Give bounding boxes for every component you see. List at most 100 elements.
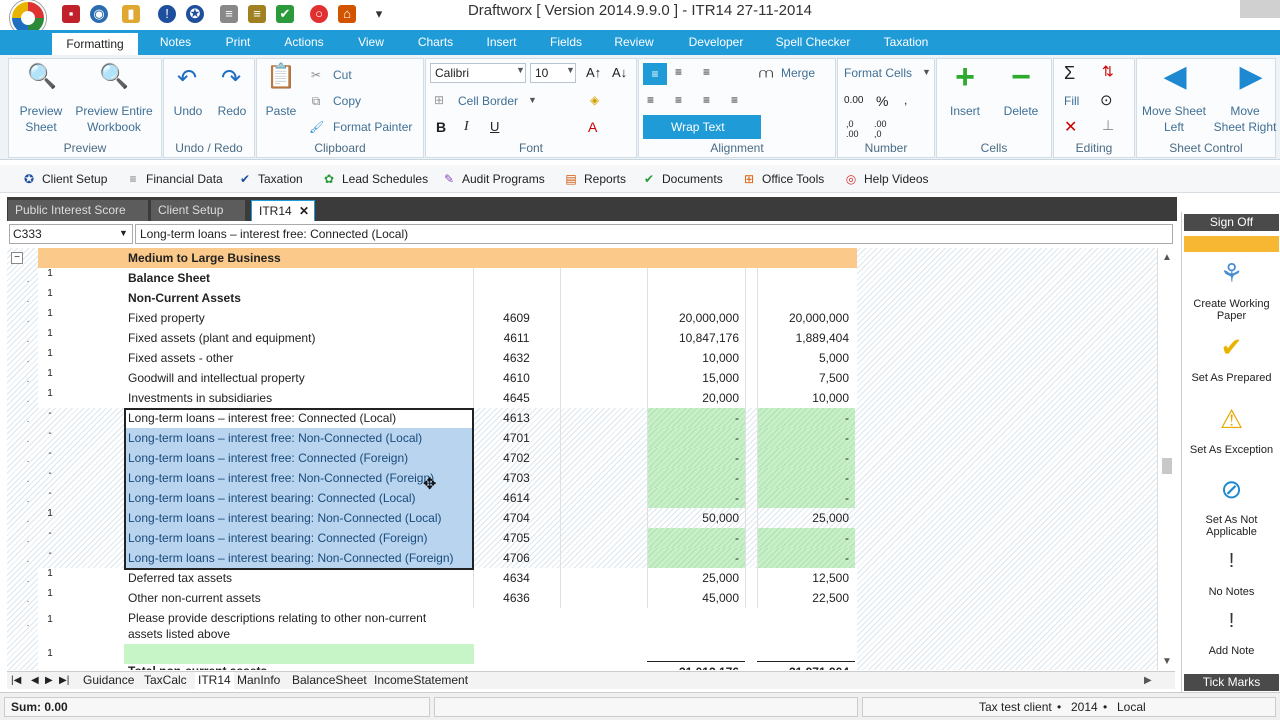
move-sheet-left-button[interactable]: Move Sheet Left <box>1139 103 1209 135</box>
tab-formatting[interactable]: Formatting <box>52 33 138 55</box>
percent-button[interactable]: % <box>876 93 888 109</box>
bold-button[interactable]: B <box>436 119 446 135</box>
autosum-icon[interactable]: Σ <box>1064 63 1075 84</box>
scroll-thumb[interactable] <box>1162 458 1172 474</box>
copy-button[interactable]: Copy <box>333 93 361 109</box>
decrease-decimal-button[interactable]: .00 ,0 <box>874 119 896 139</box>
formula-input[interactable]: Long-term loans – interest free: Connect… <box>135 224 1173 244</box>
delete-button[interactable]: Delete <box>997 103 1045 119</box>
vertical-scrollbar[interactable]: ▲ ▼ <box>1157 248 1175 670</box>
minimize-button[interactable] <box>1240 0 1280 18</box>
filter-icon[interactable]: ⊥ <box>1102 117 1114 134</box>
clear-icon[interactable]: ✕ <box>1064 117 1077 137</box>
merge-button[interactable]: Merge <box>781 65 815 81</box>
tab-developer[interactable]: Developer <box>676 30 756 55</box>
increase-decimal-button[interactable]: ,0 .00 <box>846 119 868 139</box>
format-cells-button[interactable]: Format Cells <box>844 65 912 81</box>
wrap-text-button[interactable]: Wrap Text <box>643 115 761 139</box>
collapse-icon[interactable]: − <box>11 252 23 264</box>
nav-reports[interactable]: ▤ Reports <box>562 170 626 188</box>
nav-help-videos[interactable]: ◎ Help Videos <box>842 170 929 188</box>
format-painter-button[interactable]: Format Painter <box>333 119 412 135</box>
italic-button[interactable]: I <box>464 119 469 135</box>
chevron-down-icon[interactable]: ▼ <box>119 224 128 242</box>
database-icon[interactable]: ≡ <box>220 5 238 23</box>
undo-button[interactable]: Undo <box>170 103 206 119</box>
font-family-select[interactable]: Calibri <box>430 63 526 83</box>
cut-button[interactable]: Cut <box>333 67 352 83</box>
sheet-tab-balancesheet[interactable]: BalanceSheet <box>292 672 367 689</box>
scroll-up-icon[interactable]: ▲ <box>1162 252 1172 263</box>
add-note-button[interactable]: Add Note <box>1182 645 1280 657</box>
info-icon[interactable]: ! <box>158 5 176 23</box>
sign-off-header[interactable]: Sign Off <box>1184 214 1279 231</box>
align-middle-icon[interactable]: ≡ <box>675 65 682 79</box>
close-icon[interactable]: ✕ <box>299 201 309 222</box>
globe-icon[interactable]: ◉ <box>90 5 108 23</box>
tick-marks-header[interactable]: Tick Marks <box>1184 674 1279 691</box>
sheet-tab-taxcalc[interactable]: TaxCalc <box>144 672 187 689</box>
justify-icon[interactable]: ≡ <box>731 93 738 107</box>
sheet-tab-maninfo[interactable]: ManInfo <box>237 672 280 689</box>
nav-audit-programs[interactable]: ✎ Audit Programs <box>440 170 545 188</box>
set-as-not-applicable-button[interactable]: Set As Not Applicable <box>1182 514 1280 538</box>
prev-sheet-icon[interactable]: ◀ <box>31 672 39 689</box>
redo-button[interactable]: Redo <box>214 103 250 119</box>
set-as-prepared-button[interactable]: Set As Prepared <box>1182 372 1280 384</box>
sheet-tab-guidance[interactable]: Guidance <box>83 672 134 689</box>
shrink-font-icon[interactable]: A↓ <box>612 65 627 80</box>
help-icon[interactable]: ✪ <box>186 5 204 23</box>
tab-print[interactable]: Print <box>214 30 262 55</box>
cell-reference-box[interactable]: C333 <box>9 224 133 244</box>
tab-review[interactable]: Review <box>604 30 664 55</box>
paste-button[interactable]: Paste <box>261 103 301 119</box>
fill-color-icon[interactable]: ◈ <box>590 93 599 107</box>
nav-taxation[interactable]: ✔ Taxation <box>236 170 303 188</box>
align-top-icon[interactable]: ≡ <box>643 63 667 85</box>
lifebuoy-icon[interactable]: ○ <box>310 5 328 23</box>
tab-view[interactable]: View <box>346 30 396 55</box>
home-icon[interactable]: ⌂ <box>338 5 356 23</box>
spreadsheet-grid[interactable]: − Medium to Large Business · 1 Balance She… <box>7 248 1175 670</box>
fill-button[interactable]: Fill <box>1064 93 1079 109</box>
align-left-icon[interactable]: ≡ <box>647 93 654 107</box>
tab-actions[interactable]: Actions <box>274 30 334 55</box>
customize-quick-access-icon[interactable]: ▾ <box>370 5 388 23</box>
nav-client-setup[interactable]: ✪ Client Setup <box>20 170 107 188</box>
nav-lead-schedules[interactable]: ✿ Lead Schedules <box>320 170 428 188</box>
move-sheet-right-button[interactable]: Move Sheet Right <box>1213 103 1277 135</box>
nav-documents[interactable]: ✔ Documents <box>640 170 723 188</box>
nav-office-tools[interactable]: ⊞ Office Tools <box>740 170 824 188</box>
sort-icon[interactable]: ⇅ <box>1102 63 1114 80</box>
nav-financial-data[interactable]: ≡ Financial Data <box>124 170 222 188</box>
next-sheet-icon[interactable]: ▶ <box>45 672 53 689</box>
font-color-icon[interactable]: A <box>588 119 597 135</box>
tab-insert[interactable]: Insert <box>474 30 529 55</box>
first-sheet-icon[interactable]: |◀ <box>11 672 21 689</box>
align-right-icon[interactable]: ≡ <box>703 93 710 107</box>
last-sheet-icon[interactable]: ▶| <box>59 672 69 689</box>
tab-notes[interactable]: Notes <box>148 30 203 55</box>
preview-sheet-button[interactable]: Preview Sheet <box>11 103 71 135</box>
tab-spell-checker[interactable]: Spell Checker <box>768 30 858 55</box>
set-as-exception-button[interactable]: Set As Exception <box>1182 444 1280 456</box>
book-icon[interactable]: ▮ <box>122 5 140 23</box>
comma-icon[interactable]: , <box>904 93 907 107</box>
sheet-tab-incomestatement[interactable]: IncomeStatement <box>374 672 468 689</box>
tab-charts[interactable]: Charts <box>408 30 463 55</box>
find-icon[interactable]: ⊙ <box>1100 91 1113 109</box>
save-icon[interactable]: ▪ <box>62 5 80 23</box>
align-bottom-icon[interactable]: ≡ <box>703 65 710 79</box>
scroll-right-icon[interactable]: ▶ <box>1144 672 1152 689</box>
create-working-paper-button[interactable]: Create Working Paper <box>1182 298 1280 322</box>
shield-icon[interactable]: ✔ <box>276 5 294 23</box>
underline-button[interactable]: U <box>490 119 499 134</box>
doc-tab-client-setup[interactable]: Client Setup <box>151 200 245 221</box>
tab-taxation[interactable]: Taxation <box>870 30 942 55</box>
insert-button[interactable]: Insert <box>941 103 989 119</box>
sheet-tab-itr14[interactable]: ITR14 <box>195 672 234 689</box>
doc-tab-itr14[interactable]: ITR14 ✕ <box>251 200 315 221</box>
scroll-down-icon[interactable]: ▼ <box>1162 656 1172 667</box>
database-lock-icon[interactable]: ≡ <box>248 5 266 23</box>
number-format-button[interactable]: 0.00 <box>844 95 863 106</box>
